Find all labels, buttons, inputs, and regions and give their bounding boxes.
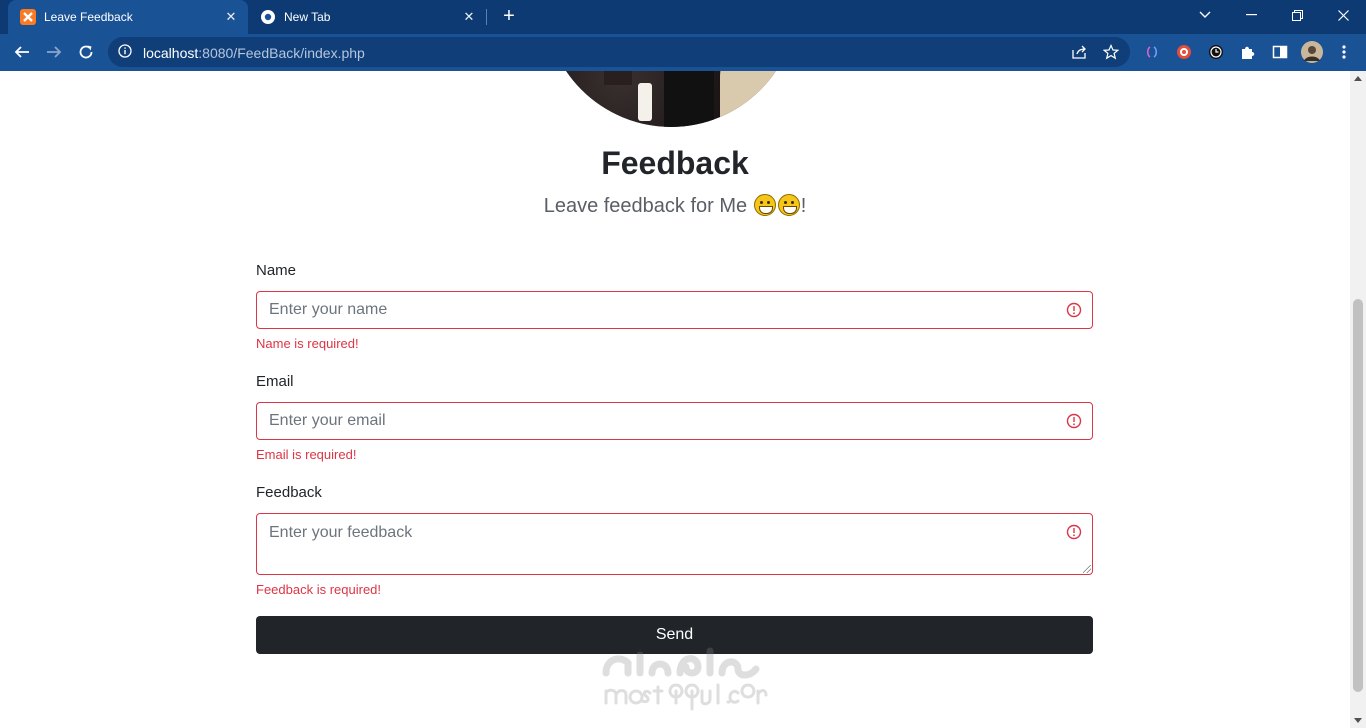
- name-input[interactable]: [257, 292, 1092, 328]
- grinning-emoji-icon: [777, 194, 800, 216]
- email-input[interactable]: [257, 403, 1092, 439]
- extension-brackets-icon[interactable]: [1143, 43, 1161, 61]
- error-icon: [1066, 524, 1082, 540]
- tab-title: New Tab: [284, 10, 331, 24]
- reload-button[interactable]: [72, 38, 100, 66]
- extension-record-icon[interactable]: [1175, 43, 1193, 61]
- restore-icon: [1291, 9, 1303, 21]
- arrow-left-icon: [14, 46, 29, 58]
- grinning-emoji-icon: [753, 194, 776, 216]
- tab-search-button[interactable]: [1182, 0, 1228, 30]
- tab-new-tab[interactable]: New Tab ✕: [248, 0, 486, 34]
- email-label: Email: [256, 373, 294, 390]
- tab-divider: [486, 9, 487, 25]
- error-icon: [1066, 302, 1082, 318]
- back-button[interactable]: [8, 38, 36, 66]
- share-icon[interactable]: [1071, 44, 1087, 65]
- page-scrollbar[interactable]: [1350, 71, 1366, 728]
- close-window-button[interactable]: [1320, 0, 1366, 30]
- feedback-field: [256, 513, 1093, 575]
- feedback-label: Feedback: [256, 484, 322, 501]
- profile-avatar[interactable]: [1301, 41, 1323, 63]
- profile-photo: [544, 71, 798, 127]
- xampp-icon: [20, 9, 36, 25]
- info-icon[interactable]: [118, 44, 132, 63]
- address-bar[interactable]: localhost:8080/FeedBack/index.php: [108, 37, 1130, 67]
- tab-leave-feedback[interactable]: Leave Feedback ✕: [8, 0, 248, 34]
- scroll-up-arrow-icon[interactable]: [1354, 76, 1362, 81]
- scrollbar-thumb[interactable]: [1353, 299, 1363, 692]
- menu-icon[interactable]: [1335, 43, 1353, 61]
- name-error-message: Name is required!: [256, 336, 359, 351]
- page-subtitle: Leave feedback for Me !: [0, 194, 1350, 218]
- reload-icon: [79, 45, 93, 59]
- minimize-button[interactable]: [1228, 0, 1274, 30]
- chrome-icon: [260, 9, 276, 25]
- page-viewport: Feedback Leave feedback for Me ! Name Na…: [0, 71, 1350, 728]
- scroll-down-arrow-icon[interactable]: [1354, 718, 1362, 723]
- star-icon[interactable]: [1102, 44, 1120, 65]
- email-error-message: Email is required!: [256, 447, 357, 462]
- feedback-error-message: Feedback is required!: [256, 582, 382, 597]
- extension-clock-icon[interactable]: [1207, 43, 1225, 61]
- arrow-right-icon: [47, 46, 62, 58]
- subtitle-text: Leave feedback for Me: [543, 195, 748, 217]
- email-field: [256, 402, 1093, 440]
- puzzle-icon[interactable]: [1239, 43, 1257, 61]
- watermark-logo: [602, 647, 768, 711]
- close-icon: [1337, 9, 1349, 21]
- close-icon[interactable]: ✕: [458, 9, 480, 25]
- side-panel-icon[interactable]: [1271, 43, 1289, 61]
- chevron-down-icon: [1199, 11, 1211, 18]
- feedback-textarea[interactable]: [257, 514, 1092, 574]
- url-text: localhost:8080/FeedBack/index.php: [143, 45, 365, 61]
- minimize-icon: [1245, 14, 1257, 16]
- browser-toolbar: localhost:8080/FeedBack/index.php: [0, 34, 1366, 71]
- close-icon[interactable]: ✕: [220, 9, 242, 25]
- forward-button[interactable]: [40, 38, 68, 66]
- url-path: :8080/FeedBack/index.php: [198, 45, 365, 61]
- browser-titlebar: Leave Feedback ✕ New Tab ✕ +: [0, 0, 1366, 34]
- subtitle-suffix: !: [800, 195, 807, 217]
- error-icon: [1066, 413, 1082, 429]
- resize-handle[interactable]: [1083, 565, 1091, 573]
- page-title: Feedback: [601, 145, 749, 181]
- restore-button[interactable]: [1274, 0, 1320, 30]
- url-host: localhost: [143, 45, 199, 61]
- new-tab-button[interactable]: +: [498, 5, 520, 27]
- name-field: [256, 291, 1093, 329]
- name-label: Name: [256, 262, 297, 279]
- tab-title: Leave Feedback: [44, 10, 133, 24]
